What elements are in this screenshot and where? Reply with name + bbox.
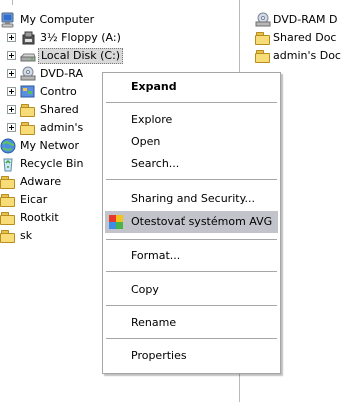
menu-item-properties[interactable]: Properties bbox=[105, 345, 278, 367]
menu-separator bbox=[106, 305, 277, 306]
menu-item-format[interactable]: Format... bbox=[105, 245, 278, 267]
folder-icon bbox=[0, 192, 16, 208]
menu-separator bbox=[106, 239, 277, 240]
tree-item-label: Local Disk (C:) bbox=[38, 48, 124, 64]
menu-item-copy[interactable]: Copy bbox=[105, 279, 278, 301]
menu-separator bbox=[106, 102, 277, 103]
folder-icon bbox=[20, 120, 36, 136]
expand-icon[interactable] bbox=[7, 87, 16, 96]
floppy-icon bbox=[20, 30, 36, 46]
tree-item-label: 3½ Floppy (A:) bbox=[40, 31, 121, 44]
tree-item-label: My Networ bbox=[20, 139, 80, 152]
expand-icon[interactable] bbox=[7, 51, 16, 60]
tree-item-local-disk[interactable]: Local Disk (C:) bbox=[0, 47, 232, 65]
recycle-bin-icon bbox=[0, 156, 16, 172]
avg-icon bbox=[109, 215, 123, 229]
expand-icon[interactable] bbox=[7, 33, 16, 42]
menu-item-open[interactable]: Open bbox=[105, 131, 278, 153]
menu-separator bbox=[106, 271, 277, 272]
menu-separator bbox=[106, 179, 277, 180]
tree-item-floppy[interactable]: 3½ Floppy (A:) bbox=[0, 29, 232, 47]
menu-item-label: Otestovať systémom AVG bbox=[131, 215, 273, 228]
expand-icon[interactable] bbox=[7, 105, 16, 114]
tree-item-label: Rootkit bbox=[20, 211, 59, 224]
menu-item-sharing-security[interactable]: Sharing and Security... bbox=[105, 188, 278, 210]
menu-item-explore[interactable]: Explore bbox=[105, 109, 278, 131]
menu-item-rename[interactable]: Rename bbox=[105, 312, 278, 334]
menu-separator bbox=[106, 338, 277, 339]
tree-item-label: sk bbox=[20, 229, 33, 242]
tree-item-label: Eicar bbox=[20, 193, 48, 206]
expand-icon[interactable] bbox=[7, 123, 16, 132]
tree-item-label: Recycle Bin bbox=[20, 157, 84, 170]
list-item-label: Shared Doc bbox=[273, 31, 337, 44]
context-menu: Expand Explore Open Search... Sharing an… bbox=[102, 72, 281, 374]
list-item-label: DVD-RAM D bbox=[273, 13, 338, 26]
dvd-drive-icon bbox=[20, 66, 36, 82]
folder-icon bbox=[0, 174, 16, 190]
tree-row-partial bbox=[0, 0, 220, 5]
tree-item-label: My Computer bbox=[20, 13, 95, 26]
menu-item-search[interactable]: Search... bbox=[105, 153, 278, 175]
list-item-label: admin's Doc bbox=[273, 49, 341, 62]
tree-item-label: DVD-RA bbox=[40, 67, 83, 80]
folder-icon bbox=[20, 102, 36, 118]
hard-disk-icon bbox=[19, 48, 36, 64]
expand-icon[interactable] bbox=[7, 69, 16, 78]
control-panel-icon bbox=[20, 84, 36, 100]
folder-icon bbox=[255, 48, 271, 64]
network-icon bbox=[0, 138, 16, 154]
folder-icon bbox=[255, 30, 271, 46]
tree-item-label: Adware bbox=[20, 175, 62, 188]
tree-item-label: admin's bbox=[40, 121, 84, 134]
menu-item-expand[interactable]: Expand bbox=[105, 76, 278, 98]
folder-icon bbox=[0, 210, 16, 226]
computer-icon bbox=[0, 12, 16, 28]
tree-item-label: Contro bbox=[40, 85, 77, 98]
folder-icon bbox=[0, 228, 16, 244]
dvd-drive-icon bbox=[255, 12, 271, 28]
tree-item-label: Shared bbox=[40, 103, 79, 116]
tree-item-my-computer[interactable]: My Computer bbox=[0, 11, 232, 29]
menu-item-avg-scan[interactable]: Otestovať systémom AVG bbox=[105, 211, 278, 233]
